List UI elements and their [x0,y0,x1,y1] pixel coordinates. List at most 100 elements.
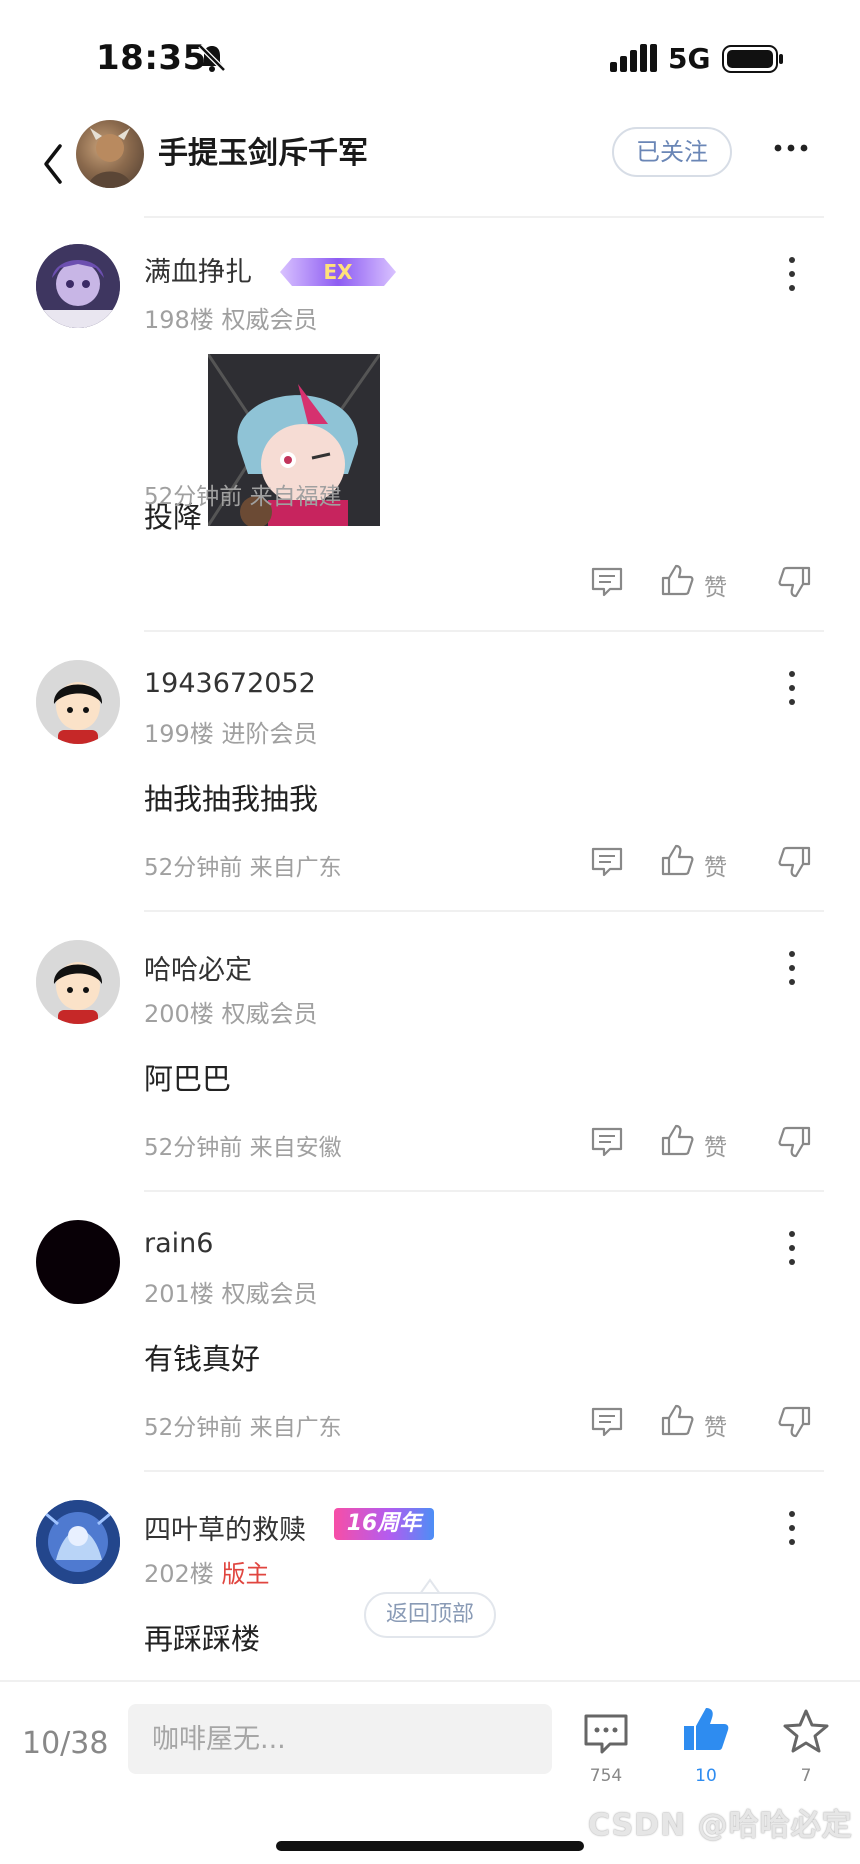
comment-count: 754 [589,1766,623,1786]
dislike-icon[interactable] [778,566,812,598]
comment-icon[interactable] [582,1710,630,1758]
network-label: 5G [668,42,711,75]
like-label[interactable]: 赞 [704,568,727,602]
thumbs-up-icon[interactable] [682,1706,730,1754]
reply-icon[interactable] [590,566,624,598]
comment-input[interactable] [128,1704,552,1774]
back-icon[interactable] [40,138,68,190]
more-vertical-icon[interactable] [786,670,798,706]
post-time: 52分钟前 [144,1135,243,1161]
status-bar: 18:35 5G [0,0,860,110]
page-indicator[interactable]: 10/38 [22,1726,108,1761]
like-label[interactable]: 赞 [704,1128,727,1162]
back-to-top-button[interactable]: 返回顶部 [364,1592,496,1638]
home-indicator [276,1841,584,1851]
follow-button[interactable]: 已关注 [612,127,732,177]
divider [144,910,824,912]
bell-muted-icon [198,44,226,72]
post-meta: 200楼 权威会员 [144,994,317,1029]
more-vertical-icon[interactable] [786,1230,798,1266]
bottom-bar: 10/38 754 10 7 CSDN @哈哈必定 [0,1680,860,1864]
star-icon[interactable] [782,1708,830,1756]
post-time: 52分钟前 [144,1415,243,1441]
post-time-location: 52分钟前 来自安徽 [144,1128,342,1162]
post-meta: 201楼 权威会员 [144,1274,317,1309]
username[interactable]: 哈哈必定 [144,948,252,987]
watermark: CSDN @哈哈必定 [588,1808,853,1843]
member-level: 权威会员 [221,1000,318,1028]
post-time-location: 52分钟前 来自广东 [144,848,342,882]
post-location: 来自广东 [249,855,342,881]
avatar[interactable] [36,1220,120,1304]
anniversary-badge: 16周年 [334,1508,434,1540]
divider [144,1470,824,1472]
floor-number: 200楼 [144,1000,214,1028]
post-location: 来自福建 [249,484,342,510]
battery-icon [722,45,783,73]
like-label[interactable]: 赞 [704,1408,727,1442]
like-icon[interactable] [660,564,694,596]
divider [144,630,824,632]
post-location: 来自安徽 [249,1135,342,1161]
username[interactable]: rain6 [144,1228,213,1259]
avatar-image [36,244,120,328]
post-time-location: 52分钟前 来自福建 [144,477,342,511]
reply-icon[interactable] [590,1126,624,1158]
ex-badge-icon: EX [280,258,396,286]
divider [144,216,824,218]
avatar-image [36,660,120,744]
dislike-icon[interactable] [778,1406,812,1438]
reply-icon[interactable] [590,846,624,878]
member-level: 进阶会员 [221,720,318,748]
forum-avatar-image [88,128,132,188]
post-location: 来自广东 [249,1415,342,1441]
floor-number: 201楼 [144,1280,214,1308]
floor-number: 198楼 [144,306,214,334]
forum-avatar[interactable] [76,120,144,188]
moderator-label: 版主 [221,1560,270,1588]
floor-number: 199楼 [144,720,214,748]
post-time-location: 52分钟前 来自广东 [144,1408,342,1442]
signal-icon [610,44,657,72]
dislike-icon[interactable] [778,1126,812,1158]
post-meta: 199楼 进阶会员 [144,714,317,749]
dislike-icon[interactable] [778,846,812,878]
post-meta: 198楼 权威会员 [144,300,317,335]
like-icon[interactable] [660,1404,694,1436]
like-icon[interactable] [660,844,694,876]
more-vertical-icon[interactable] [786,950,798,986]
page-title: 手提玉剑斥千军 [158,136,368,171]
like-label[interactable]: 赞 [704,848,727,882]
favorite-count: 7 [800,1766,812,1786]
divider [144,1190,824,1192]
ex-badge-label: EX [323,260,353,284]
like-icon[interactable] [660,1124,694,1156]
avatar-image [36,1500,120,1584]
username[interactable]: 1943672052 [144,668,316,699]
post-meta: 202楼 版主 [144,1554,269,1589]
post-content: 抽我抽我抽我 [144,782,319,816]
more-vertical-icon[interactable] [786,1510,798,1546]
avatar[interactable] [36,940,120,1024]
more-icon[interactable] [774,138,808,158]
post-time: 52分钟前 [144,484,243,510]
post-content: 再踩踩楼 [144,1622,261,1656]
username[interactable]: 满血挣扎 [144,250,252,289]
avatar[interactable] [36,244,120,328]
like-count: 10 [695,1766,717,1786]
member-level: 权威会员 [221,1280,318,1308]
post-item: 满血挣扎 EX 198楼 权威会员 投降 [0,236,860,636]
status-time: 18:35 [96,38,207,78]
reply-icon[interactable] [590,1406,624,1438]
post-content: 有钱真好 [144,1342,261,1376]
avatar[interactable] [36,1500,120,1584]
member-level: 权威会员 [221,306,318,334]
avatar[interactable] [36,660,120,744]
avatar-image [36,940,120,1024]
username[interactable]: 四叶草的救赎 [144,1508,306,1547]
post-time: 52分钟前 [144,855,243,881]
more-vertical-icon[interactable] [786,256,798,292]
thread-header: 手提玉剑斥千军 已关注 [0,110,860,220]
floor-number: 202楼 [144,1560,214,1588]
post-content: 阿巴巴 [144,1062,232,1096]
